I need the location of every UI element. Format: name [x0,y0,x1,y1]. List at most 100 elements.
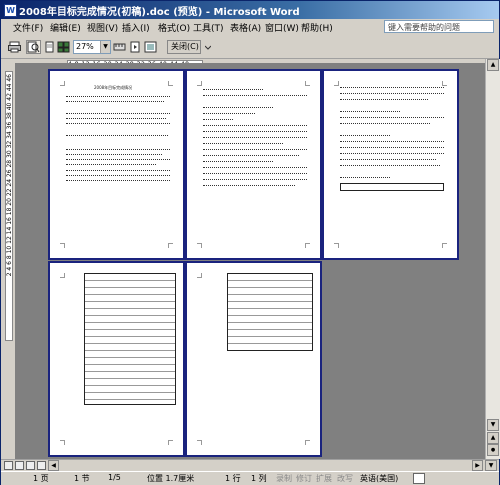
scroll-left-icon[interactable]: ◀ [48,460,59,471]
text-line [203,137,307,139]
title-bar: W 2008年目标完成情况(初稿).doc (预览) - Microsoft W… [1,1,499,19]
preview-page-1[interactable]: 2008年目标完成情况 [48,69,185,260]
single-page-icon [45,41,54,53]
menu-file[interactable]: 文件(F) [13,21,43,34]
margin-mark [197,273,202,278]
text-line [66,149,170,151]
text-line [203,155,299,157]
menu-help[interactable]: 帮助(H) [301,21,333,34]
one-page-button[interactable] [42,40,57,54]
table-thumbnail [84,273,176,405]
status-bar: 1 页 1 节 1/5 位置 1.7厘米 1 行 1 列 录制 修订 扩展 改写… [1,471,499,485]
text-line [66,101,164,103]
text-line [203,149,307,151]
text-line [66,96,170,98]
menu-view[interactable]: 视图(V) [87,21,118,34]
word-app-icon[interactable]: W [4,4,17,17]
help-search-input[interactable]: 键入需要帮助的问题 [384,20,494,33]
status-extend[interactable]: 扩展 [316,473,332,484]
table-thumbnail [227,273,313,351]
text-line [203,119,233,121]
status-record[interactable]: 录制 [276,473,292,484]
preview-page-3[interactable] [322,69,459,260]
multiple-pages-button[interactable] [56,40,71,54]
magnifier-icon [27,41,40,53]
browse-object-icon[interactable]: ● [487,444,499,456]
status-track[interactable]: 修订 [296,473,312,484]
zoom-select[interactable]: 27% ▼ [73,40,111,54]
text-line [66,170,170,172]
menu-edit[interactable]: 编辑(E) [50,21,81,34]
status-overtype[interactable]: 改写 [337,473,353,484]
toolbar-options-button[interactable] [204,40,212,54]
margin-mark [442,81,447,86]
margin-mark [334,243,339,248]
close-preview-button[interactable]: 关闭(C) [167,40,201,54]
previous-page-icon[interactable]: ▲ [487,432,499,444]
print-button[interactable] [7,40,22,54]
window-title: 2008年目标完成情况(初稿).doc (预览) - Microsoft Wor… [19,7,300,18]
text-line [66,164,156,166]
vruler-scale-box: 2 4 6 8 10 12 14 16 18 20 22 24 26 28 30… [5,71,13,341]
margin-mark [60,440,65,445]
ruler-icon [113,43,126,51]
preview-page-5[interactable] [185,261,322,457]
text-line [203,95,307,97]
full-screen-button[interactable] [143,40,158,54]
web-view-icon[interactable] [15,461,24,470]
margin-mark [168,243,173,248]
shrink-to-fit-icon [130,41,140,53]
text-line [203,185,295,187]
margin-mark [197,440,202,445]
margin-mark [442,243,447,248]
text-line [203,107,273,109]
normal-view-icon[interactable] [4,461,13,470]
status-page-count: 1/5 [108,473,121,482]
text-line [203,113,255,115]
menu-table[interactable]: 表格(A) [230,21,261,34]
zoom-value: 27% [76,42,94,51]
text-line [340,147,444,149]
status-position: 位置 1.7厘米 [147,474,195,483]
status-language: 英语(美国) [360,474,399,483]
text-line [340,123,430,125]
vertical-scrollbar[interactable]: ▲ ▼ ▲ ● [485,59,500,459]
chevron-down-icon [205,45,211,50]
text-line [66,159,170,161]
margin-mark [305,243,310,248]
text-line [203,131,307,133]
text-line [340,87,444,89]
word-window: W 2008年目标完成情况(初稿).doc (预览) - Microsoft W… [0,0,500,485]
margin-mark [305,81,310,86]
margin-mark [168,81,173,86]
multiple-pages-icon [57,41,70,53]
magnifier-button[interactable] [26,40,41,54]
printer-icon [8,41,21,53]
preview-workspace[interactable]: 2008年目标完成情况 [15,63,485,459]
text-line [203,125,307,127]
scroll-up-icon[interactable]: ▲ [487,59,499,71]
margin-mark [60,81,65,86]
next-page-icon[interactable]: ▼ [485,460,497,471]
text-line [203,167,307,169]
view-ruler-button[interactable] [112,40,127,54]
shrink-to-fit-button[interactable] [128,40,143,54]
print-view-icon[interactable] [26,461,35,470]
menu-tools[interactable]: 工具(T) [193,21,224,34]
preview-page-4[interactable] [48,261,185,457]
preview-page-2[interactable] [185,69,322,260]
vertical-ruler[interactable]: 2 4 6 8 10 12 14 16 18 20 22 24 26 28 30… [3,61,15,456]
text-line [340,93,444,95]
scroll-right-icon[interactable]: ▶ [472,460,483,471]
text-line [66,175,170,177]
status-section: 1 节 [74,474,90,483]
scroll-down-icon[interactable]: ▼ [487,419,499,431]
text-line [340,99,428,101]
text-line [203,179,307,181]
page1-heading: 2008年目标完成情况 [94,85,133,90]
outline-view-icon[interactable] [37,461,46,470]
menu-format[interactable]: 格式(O) [158,21,190,34]
menu-window[interactable]: 窗口(W) [265,21,299,34]
menu-insert[interactable]: 插入(I) [122,21,150,34]
spelling-status-icon[interactable] [413,473,425,484]
